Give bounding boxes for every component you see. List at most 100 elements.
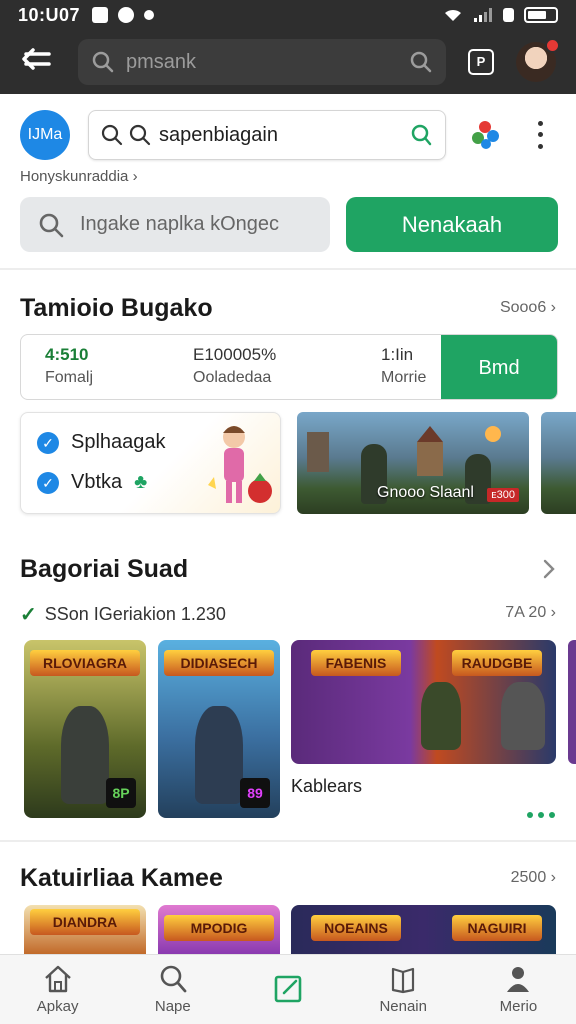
nav-item-home[interactable]: Apkay (0, 955, 115, 1024)
featured-banner-next[interactable] (541, 412, 576, 514)
game-cover-title: DIDIASECH (164, 650, 274, 676)
section-title-1: Tamioio Bugako (20, 294, 213, 322)
stat-1: 4:510 Fomalj (45, 345, 93, 387)
nav-item-edit[interactable] (230, 955, 345, 1024)
game-cover[interactable]: MPODIG (158, 905, 280, 954)
game-character-figure (60, 706, 110, 804)
bottom-navigation: Apkay Nape Nenain Merio (0, 954, 576, 1024)
game-cover-title: RAUDGBE (452, 650, 542, 676)
section-more-link-3[interactable]: 2500 › (511, 869, 556, 887)
banner-caption: Gnooo Slaanl (377, 484, 474, 501)
search-icon (101, 124, 123, 146)
main-search-field[interactable]: sapenbiagain (88, 110, 446, 160)
game-cover-title: NAGUIRI (452, 915, 542, 941)
signal-icon (474, 8, 492, 22)
game-cover-wide[interactable]: FABENIS RAUDGBE (291, 640, 556, 764)
compass-icon (118, 7, 135, 23)
primary-action-button[interactable]: Nenakaah (346, 197, 558, 252)
divider (0, 840, 576, 842)
section-meta-text: SSon IGeriakion 1.230 (44, 604, 226, 624)
stats-action-button[interactable]: Bmd (441, 335, 557, 399)
parking-badge-button[interactable]: P (468, 49, 494, 75)
back-arrow-icon[interactable] (16, 42, 56, 82)
top-search-placeholder: pmsank (126, 50, 197, 73)
promo-line-2: Vbtka (71, 471, 123, 493)
section-title-2: Bagoriai Suad (20, 555, 189, 583)
game-cover[interactable]: DIDIASECH 89 (158, 640, 280, 818)
game-rating-badge: 89 (240, 778, 270, 808)
section-meta-right[interactable]: 7A 20 › (505, 604, 556, 622)
game-cover-title: MPODIG (164, 915, 274, 941)
main-search-value: sapenbiagain (159, 123, 278, 146)
section-more-link-1[interactable]: Sooo6 › (500, 299, 556, 317)
battery-icon (524, 7, 558, 23)
promo-line-1: Splhaagak (71, 431, 166, 453)
home-icon (44, 965, 71, 993)
search-icon (160, 965, 187, 993)
section-title-3: Katuirliaa Kamee (20, 864, 223, 892)
status-time: 10:U07 (18, 4, 81, 25)
game-cover-title: DIANDRA (30, 909, 140, 935)
brand-logo[interactable]: IJMa (20, 110, 70, 160)
check-icon: ✓ (37, 431, 59, 454)
featured-banner[interactable]: Gnooo Slaanl ᴇ300 (297, 412, 529, 514)
game-cover-wide[interactable]: NOEAINS NAGUIRI (291, 905, 556, 954)
game-cover-next[interactable] (568, 640, 576, 764)
game-cover-title: RLOVIAGRA (30, 650, 140, 676)
status-bar: 10:U07 (0, 0, 576, 30)
checkmark-icon: ✓ (20, 604, 37, 626)
nav-item-profile[interactable]: Merio (461, 955, 576, 1024)
game-character-figure (194, 706, 244, 804)
wolf-figure (501, 681, 545, 750)
secondary-search-placeholder: Ingake naplka kOngec (80, 213, 280, 235)
banner-tag: ᴇ300 (487, 488, 519, 502)
game-cover[interactable]: DIANDRA (24, 905, 146, 954)
search-icon (39, 213, 64, 237)
nav-label-library: Nenain (379, 998, 427, 1015)
game-cover-title: NOEAINS (311, 915, 401, 941)
secondary-search-input[interactable]: Ingake naplka kOngec (20, 197, 330, 252)
divider (0, 268, 576, 270)
more-options-icon[interactable] (528, 118, 552, 152)
game-rating-badge: 8P (106, 778, 136, 808)
top-search-input[interactable]: pmsank (78, 39, 446, 85)
stat-3-label: Morrie (381, 369, 427, 386)
wifi-icon (445, 9, 461, 21)
game-cover-title: FABENIS (311, 650, 401, 676)
person-icon (507, 967, 530, 992)
user-avatar[interactable] (516, 38, 560, 82)
search-submit-icon[interactable] (410, 51, 432, 73)
search-icon-secondary (129, 124, 151, 146)
nav-label-search: Nape (154, 998, 191, 1015)
character-illustration (208, 426, 272, 503)
notification-dot-icon (144, 10, 155, 20)
notification-badge (545, 38, 560, 53)
nav-label-profile: Merio (499, 998, 538, 1015)
stat-1-value: 4:510 (45, 345, 89, 364)
green-search-icon[interactable] (409, 123, 433, 147)
top-app-bar: pmsank P (0, 30, 576, 94)
stat-2: E100005% Ooladedaa (193, 345, 276, 387)
nav-item-search[interactable]: Nape (115, 955, 230, 1024)
stat-2-value: E100005% (193, 345, 277, 364)
stat-3-value: 1:Iin (381, 345, 414, 364)
sim-icon (503, 8, 514, 22)
nav-label-home: Apkay (36, 998, 79, 1015)
book-icon (392, 967, 415, 994)
leaf-icon: ♣ (134, 471, 148, 493)
promo-card[interactable]: ✓ Splhaagak ✓ Vbtka ♣ (20, 412, 281, 514)
nav-item-library[interactable]: Nenain (346, 955, 461, 1024)
stat-2-label: Ooladedaa (193, 369, 272, 386)
pinwheel-icon[interactable] (468, 118, 502, 152)
chevron-right-icon[interactable] (542, 558, 556, 580)
check-icon: ✓ (37, 471, 59, 494)
breadcrumb[interactable]: Honyskunraddia › (20, 168, 138, 185)
game-character-figure (421, 681, 461, 750)
stats-card: 4:510 Fomalj E100005% Ooladedaa 1:Iin Mo… (20, 334, 558, 400)
section-meta: ✓ SSon IGeriakion 1.230 (20, 602, 226, 627)
mail-icon (92, 7, 109, 23)
more-dots-icon[interactable] (527, 812, 555, 818)
stat-1-label: Fomalj (45, 369, 94, 386)
game-cover[interactable]: RLOVIAGRA 8P (24, 640, 146, 818)
stat-3: 1:Iin Morrie (381, 345, 426, 387)
